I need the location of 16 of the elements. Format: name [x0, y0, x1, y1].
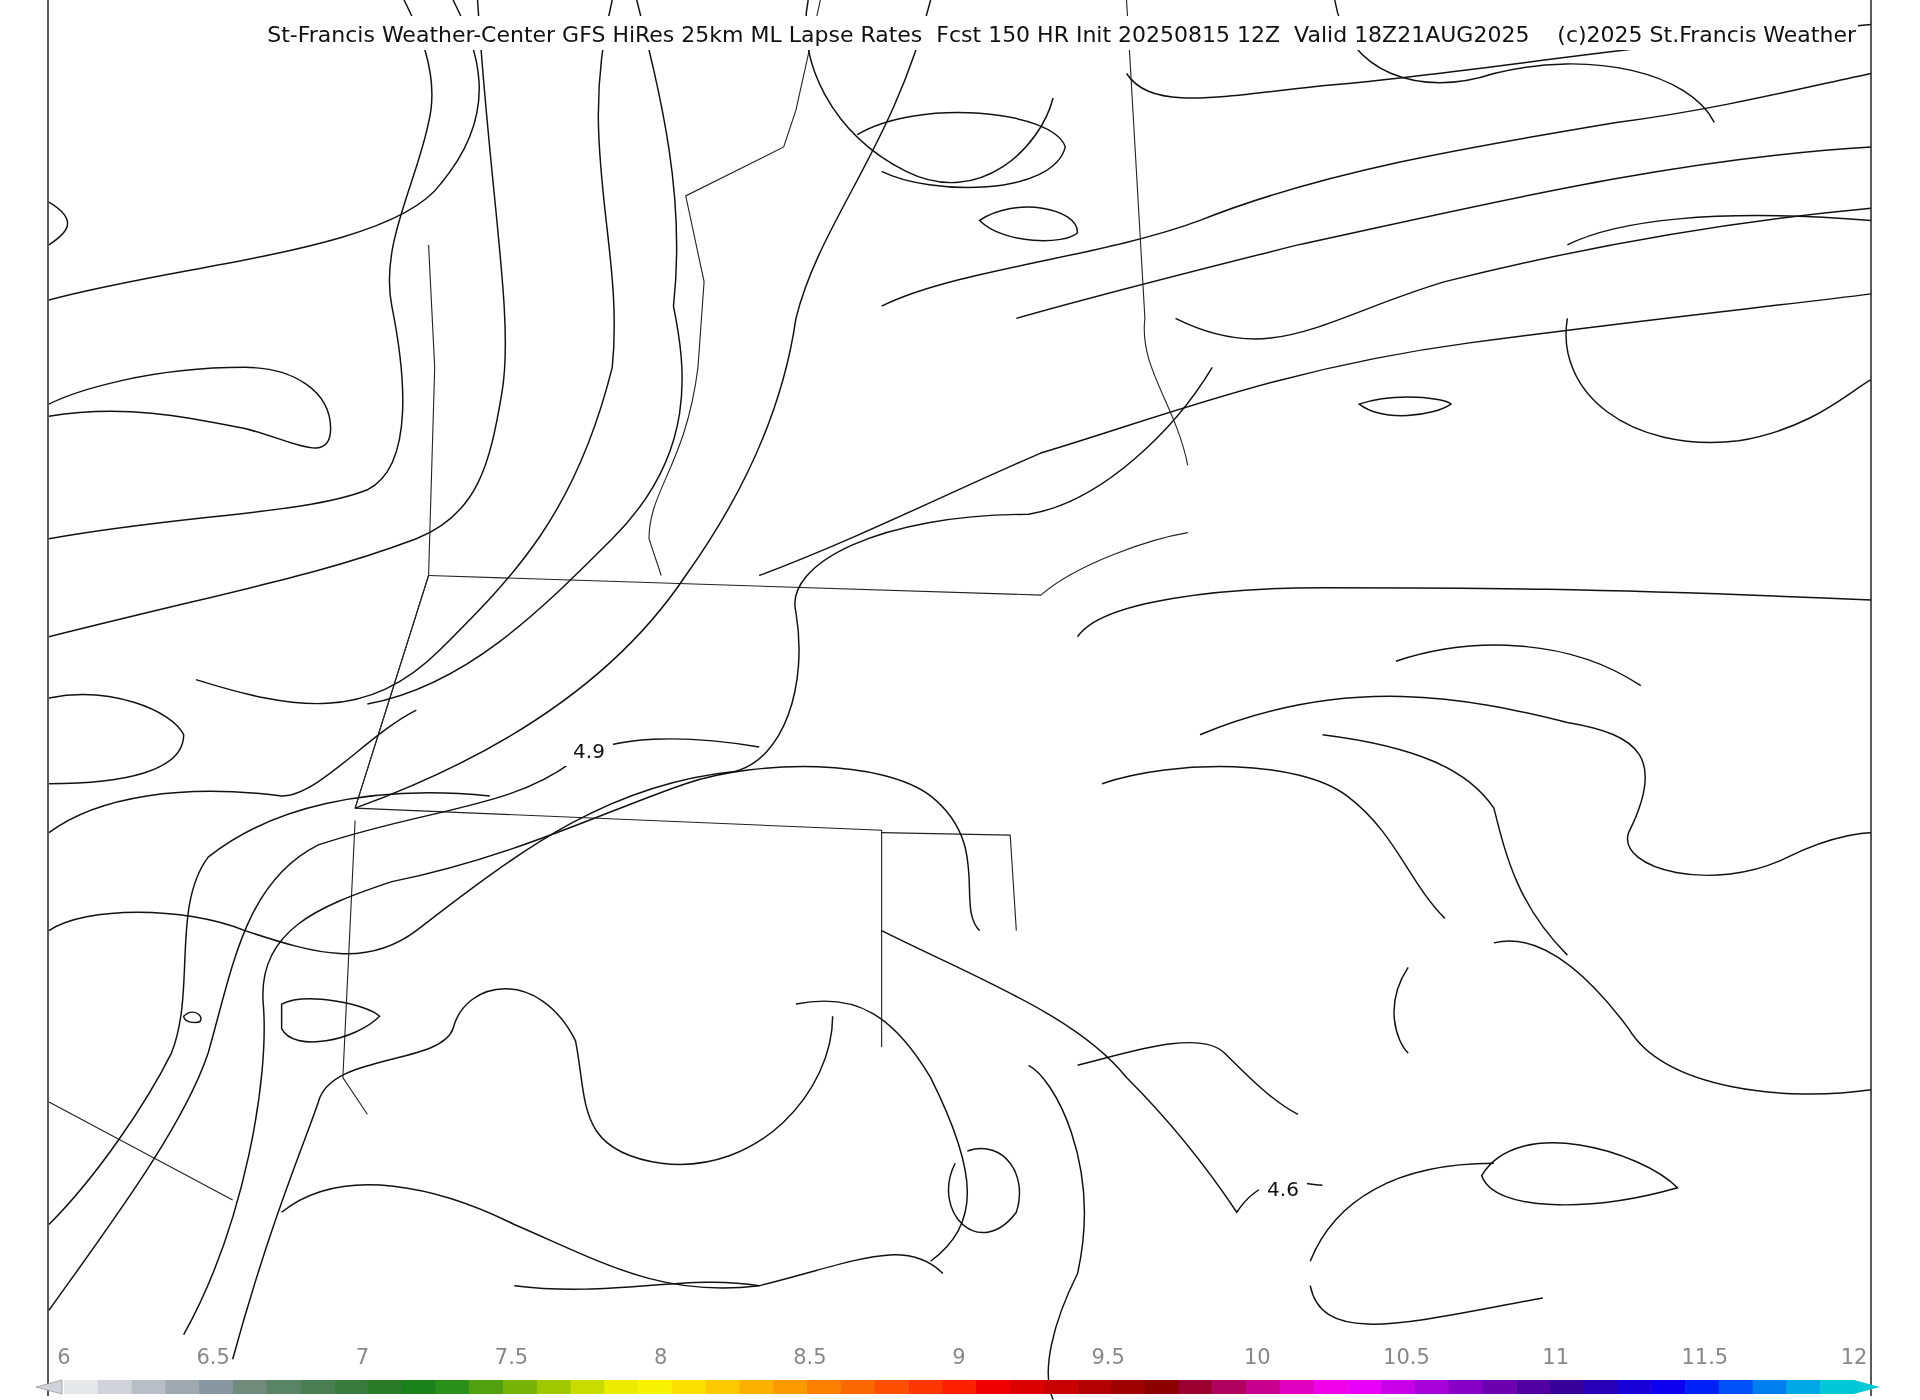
contour-label: 4.9 [573, 739, 605, 763]
colorbar-tick-label: 12 [1840, 1345, 1868, 1369]
colorbar-tick-label: 7.5 [494, 1345, 529, 1369]
colorbar-tick-label: 11 [1542, 1345, 1570, 1369]
colorbar-tick-label: 6.5 [196, 1345, 230, 1369]
colorbar-tick-label: 11.5 [1681, 1345, 1729, 1369]
colorbar-tick-label: 6 [57, 1345, 71, 1369]
colorbar-tick-label: 10 [1243, 1345, 1271, 1369]
colorbar-tick-label: 8 [654, 1345, 668, 1369]
colorbar-tick-label: 7 [355, 1345, 369, 1369]
colorbar-tick-label: 10.5 [1383, 1345, 1430, 1369]
contour-label: 4.6 [1267, 1177, 1299, 1201]
colorbar-tick-label: 9 [952, 1345, 966, 1369]
colorbar-tick-label: 9.5 [1091, 1345, 1125, 1369]
colorbar-tick-label: 8.5 [793, 1345, 827, 1369]
map-title: St-Francis Weather-Center GFS HiRes 25km ML Lapse Rates Fcst 150 HR Init 20250815 12Z Valid 18Z21AUG2025 (c)2025 St.Francis Weather [267, 22, 1856, 47]
